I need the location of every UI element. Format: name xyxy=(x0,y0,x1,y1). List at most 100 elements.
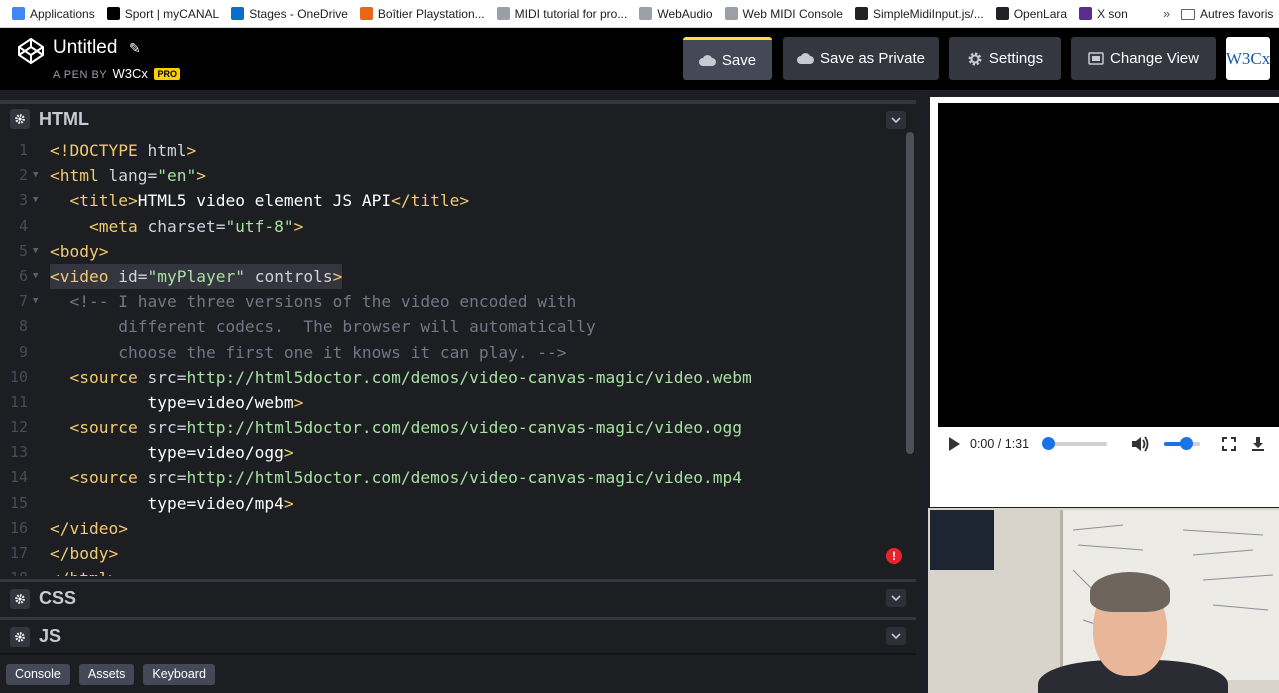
code-line[interactable]: 17 </body> xyxy=(0,541,906,566)
css-panel-title: CSS xyxy=(39,588,77,608)
bookmark-label: Web MIDI Console xyxy=(742,6,843,21)
css-panel-chevron-down-icon[interactable] xyxy=(886,589,906,607)
preview-pane: 0:00 / 1:31 xyxy=(930,97,1279,507)
code-text: type=video/mp4> xyxy=(147,493,294,513)
line-number: 5 xyxy=(18,241,28,260)
line-number: 14 xyxy=(9,468,28,487)
fold-chevron-icon[interactable]: ▼ xyxy=(33,163,38,188)
code-line[interactable]: 18 </html> xyxy=(0,566,906,576)
pen-title[interactable]: Untitled xyxy=(53,37,117,59)
code-line[interactable]: 13 type=video/ogg> xyxy=(0,440,906,465)
volume-icon[interactable] xyxy=(1130,435,1150,453)
js-panel-header[interactable]: JS xyxy=(0,617,916,653)
code-line[interactable]: 11 type=video/webm> xyxy=(0,390,906,415)
error-icon[interactable]: ! xyxy=(886,548,902,564)
fold-chevron-icon[interactable]: ▼ xyxy=(33,239,38,264)
bookmark-item[interactable]: SimpleMidiInput.js/... xyxy=(854,7,984,21)
play-icon[interactable] xyxy=(949,437,960,451)
code-line[interactable]: 8 different codecs. The browser will aut… xyxy=(0,314,906,339)
html-code-editor[interactable]: 1 <!DOCTYPE html> 2 ▼ <html lang="en"> 3 ▼ <ti… xyxy=(0,138,906,576)
save-label: Save xyxy=(721,51,757,69)
person-hair xyxy=(1090,572,1170,612)
folder-icon xyxy=(1181,8,1195,20)
video-controls: 0:00 / 1:31 xyxy=(938,427,1279,461)
code-text: </body> xyxy=(50,544,119,563)
css-settings-gear-icon[interactable] xyxy=(10,588,30,609)
bookmark-item[interactable]: MIDI tutorial for pro... xyxy=(496,7,627,21)
code-text: <body> xyxy=(50,241,109,261)
html-panel-header: HTML xyxy=(0,100,916,134)
fold-chevron-icon[interactable]: ▼ xyxy=(33,264,38,289)
change-view-button[interactable]: Change View xyxy=(1071,37,1216,80)
settings-button[interactable]: Settings xyxy=(949,37,1061,80)
bookmark-favicon-icon xyxy=(995,7,1009,20)
code-line[interactable]: 14 <source src=http://html5doctor.com/de… xyxy=(0,465,906,490)
bookmark-item[interactable]: WebAudio xyxy=(639,7,713,21)
code-line[interactable]: 4 <meta charset="utf-8"> xyxy=(0,214,906,239)
bookmark-item[interactable]: Sport | myCANAL xyxy=(106,7,219,21)
code-text: type=video/ogg> xyxy=(147,443,294,463)
bookmark-item[interactable]: Boîtier Playstation... xyxy=(359,7,485,21)
fullscreen-icon[interactable] xyxy=(1222,437,1237,451)
code-line[interactable]: 1 <!DOCTYPE html> xyxy=(0,138,906,163)
assets-button[interactable]: Assets xyxy=(78,663,135,685)
fold-chevron-icon[interactable]: ▼ xyxy=(33,188,38,213)
js-panel-title: JS xyxy=(39,626,62,646)
code-line[interactable]: 15 type=video/mp4> xyxy=(0,491,906,516)
js-settings-gear-icon[interactable] xyxy=(10,626,30,647)
code-text: <html lang="en"> xyxy=(50,166,206,186)
html-settings-gear-icon[interactable] xyxy=(10,109,30,129)
code-text: <source src=http://html5doctor.com/demos… xyxy=(69,367,752,387)
code-line[interactable]: 2 ▼ <html lang="en"> xyxy=(0,163,906,188)
user-avatar[interactable]: W3Cx xyxy=(1226,37,1270,80)
code-line[interactable]: 6 ▼ <video id="myPlayer" controls> xyxy=(0,263,906,290)
codepen-logo-icon[interactable] xyxy=(17,37,45,65)
code-line[interactable]: 12 <source src=http://html5doctor.com/de… xyxy=(0,415,906,440)
line-number: 4 xyxy=(18,216,28,235)
volume-slider[interactable] xyxy=(1164,437,1201,450)
seek-slider[interactable] xyxy=(1042,437,1108,450)
code-text: <title>HTML5 video element JS API</title… xyxy=(69,191,470,211)
bookmark-item[interactable]: OpenLara xyxy=(995,7,1067,21)
cloud-icon xyxy=(796,53,814,64)
line-number: 16 xyxy=(9,518,28,537)
code-text: type=video/webm> xyxy=(147,392,304,412)
code-line[interactable]: 5 ▼ <body> xyxy=(0,239,906,264)
save-as-private-button[interactable]: Save as Private xyxy=(783,37,939,80)
code-line[interactable]: 16 </video> xyxy=(0,516,906,541)
keyboard-button[interactable]: Keyboard xyxy=(143,663,215,685)
bookmark-item[interactable]: Applications xyxy=(12,7,95,21)
cloud-icon xyxy=(698,54,716,66)
bookmark-folder-other[interactable]: Autres favoris xyxy=(1181,0,1273,27)
html-panel-chevron-down-icon[interactable] xyxy=(886,111,906,129)
bookmarks-bar: Applications Sport | myCANAL Stages - OneD… xyxy=(0,0,1279,28)
bookmark-item[interactable]: Stages - OneDrive xyxy=(231,7,348,21)
seek-handle[interactable] xyxy=(1042,437,1056,450)
line-number: 13 xyxy=(9,443,28,462)
css-panel-header[interactable]: CSS xyxy=(0,579,916,615)
bookmark-item[interactable]: X son xyxy=(1079,7,1128,21)
editor-scrollbar[interactable] xyxy=(906,132,914,454)
bookmark-favicon-icon xyxy=(1079,7,1093,20)
bookmark-item[interactable]: Web MIDI Console xyxy=(724,6,843,21)
edit-title-pencil-icon[interactable]: ✎ xyxy=(129,40,141,57)
code-line[interactable]: 9 choose the first one it knows it can p… xyxy=(0,340,906,365)
author-link[interactable]: W3Cx xyxy=(113,66,148,81)
volume-handle[interactable] xyxy=(1179,437,1193,450)
bookmark-favicon-icon xyxy=(496,7,510,20)
bookmark-label: Stages - OneDrive xyxy=(249,6,348,21)
save-button[interactable]: Save xyxy=(683,37,772,80)
code-line[interactable]: 3 ▼ <title>HTML5 video element JS API</ti… xyxy=(0,188,906,213)
video-player[interactable] xyxy=(938,103,1279,427)
bookmarks-overflow-button[interactable]: » xyxy=(1163,6,1170,21)
bookmark-label: X son xyxy=(1097,6,1128,21)
download-icon[interactable] xyxy=(1251,436,1265,452)
code-line[interactable]: 10 <source src=http://html5doctor.com/de… xyxy=(0,365,906,390)
fold-chevron-icon[interactable]: ▼ xyxy=(33,289,38,314)
line-number: 6 xyxy=(18,266,28,285)
line-number: 18 xyxy=(0,566,28,576)
js-panel-chevron-down-icon[interactable] xyxy=(886,627,906,645)
webcam-overlay xyxy=(928,508,1279,693)
code-line[interactable]: 7 ▼ <!-- I have three versions of the vid… xyxy=(0,289,906,314)
console-button[interactable]: Console xyxy=(6,663,70,685)
